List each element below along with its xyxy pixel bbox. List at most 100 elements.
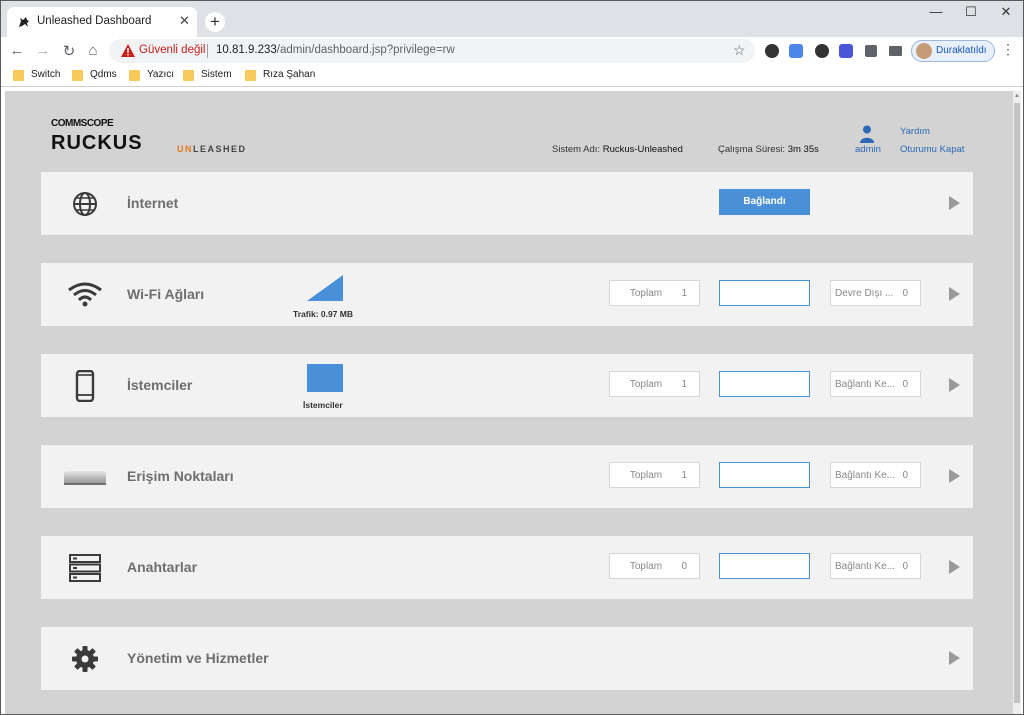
chip-count: 1 xyxy=(681,288,687,299)
bookmark-label: Yazıcı xyxy=(147,69,175,80)
chip-count: 1 xyxy=(681,379,687,390)
media-queue-icon[interactable] xyxy=(889,46,902,56)
folder-icon xyxy=(245,70,256,81)
uptime-label: Çalışma Süresi: xyxy=(718,144,786,155)
panel-title: İstemciler xyxy=(127,377,193,393)
home-icon[interactable]: ⌂ xyxy=(83,42,103,59)
extension-shield-icon[interactable] xyxy=(765,44,779,58)
profile-status: Duraklatıldı xyxy=(936,45,987,56)
chip-label: Bağlantı Ke... xyxy=(835,470,896,481)
expand-arrow-icon[interactable] xyxy=(949,287,960,301)
chip-label: Çalışıyor xyxy=(736,288,780,299)
url-host: 10.81.9.233 xyxy=(216,44,277,56)
panel-internet[interactable]: İnternet Bağlandı xyxy=(41,172,973,235)
expand-arrow-icon[interactable] xyxy=(949,196,960,210)
unleashed-logo: UNLEASHED xyxy=(177,144,247,154)
close-window-button[interactable]: ✕ xyxy=(991,4,1021,22)
reload-icon[interactable]: ↻ xyxy=(59,42,79,60)
folder-icon xyxy=(72,70,83,81)
bookmark-star-icon[interactable]: ☆ xyxy=(733,42,746,59)
extension-d-icon[interactable] xyxy=(839,44,853,58)
extension-download-icon[interactable] xyxy=(815,44,829,58)
expand-arrow-icon[interactable] xyxy=(949,378,960,392)
minimize-button[interactable]: — xyxy=(921,4,951,22)
wifi-icon xyxy=(68,282,102,307)
tab-strip: Unleashed Dashboard ✕ + — ☐ ✕ xyxy=(1,1,1023,37)
scroll-thumb[interactable] xyxy=(1014,103,1020,703)
running-count-chip[interactable]: Çalışıyor 0 xyxy=(719,553,810,579)
ruckus-logo: RUCKUS xyxy=(51,132,143,154)
running-count-chip[interactable]: Çalışıyor 1 xyxy=(719,462,810,488)
total-count-chip[interactable]: Toplam 1 xyxy=(609,280,700,306)
chip-count: 0 xyxy=(681,561,687,572)
internet-status-badge: Bağlandı xyxy=(719,189,810,215)
url-text[interactable]: 10.81.9.233/admin/dashboard.jsp?privileg… xyxy=(216,44,455,56)
chip-label: Bağlantı Ke... xyxy=(835,561,896,572)
system-name-value: Ruckus-Unleashed xyxy=(602,144,683,155)
help-link[interactable]: Yardım xyxy=(900,126,930,137)
unleashed-logo-rest: LEASHED xyxy=(193,144,247,154)
folder-icon xyxy=(183,70,194,81)
user-icon[interactable] xyxy=(860,125,874,143)
browser-menu-icon[interactable]: ⋮ xyxy=(1001,41,1015,58)
disconnected-count-chip[interactable]: Bağlantı Ke... 0 xyxy=(830,371,921,397)
security-status[interactable]: Güvenli değil xyxy=(139,44,205,56)
total-count-chip[interactable]: Toplam 1 xyxy=(609,462,700,488)
logout-link[interactable]: Oturumu Kapat xyxy=(900,144,964,155)
panel-title: Anahtarlar xyxy=(127,559,198,575)
profile-button[interactable]: Duraklatıldı xyxy=(911,40,995,62)
total-count-chip[interactable]: Toplam 0 xyxy=(609,553,700,579)
chip-label: Toplam xyxy=(629,470,663,481)
admin-user-link[interactable]: admin xyxy=(855,144,881,155)
clients-caption: İstemciler xyxy=(303,400,343,410)
tab-title: Unleashed Dashboard xyxy=(37,15,152,27)
disconnected-count-chip[interactable]: Bağlantı Ke... 0 xyxy=(830,462,921,488)
expand-arrow-icon[interactable] xyxy=(949,560,960,574)
tab-close-icon[interactable]: ✕ xyxy=(179,13,190,29)
chip-label: Toplam xyxy=(629,288,663,299)
gear-icon xyxy=(72,646,98,672)
total-count-chip[interactable]: Toplam 1 xyxy=(609,371,700,397)
chip-label: Çalışıyor xyxy=(736,561,780,572)
address-separator xyxy=(207,44,208,58)
dashboard-page: COMMSCOPE RUCKUS UNLEASHED Sistem Adı: R… xyxy=(5,91,1021,714)
chip-label: Toplam xyxy=(629,561,663,572)
extension-translate-icon[interactable] xyxy=(789,44,803,58)
connected-count-chip[interactable]: Bağlandı 1 xyxy=(719,371,810,397)
panel-wifi-networks[interactable]: Wi-Fi Ağları Trafik: 0.97 MB Toplam 1 Ça… xyxy=(41,263,973,326)
back-icon[interactable]: ← xyxy=(7,42,27,59)
panel-clients[interactable]: İstemciler İstemciler Toplam 1 Bağlandı … xyxy=(41,354,973,417)
clients-graph-icon xyxy=(307,364,343,392)
disconnected-count-chip[interactable]: Bağlantı Ke... 0 xyxy=(830,553,921,579)
running-count-chip[interactable]: Çalışıyor 1 xyxy=(719,280,810,306)
extensions-puzzle-icon[interactable] xyxy=(865,45,877,57)
address-bar[interactable]: Güvenli değil 10.81.9.233/admin/dashboar… xyxy=(109,39,755,63)
warning-triangle-icon xyxy=(121,44,135,57)
bookmark-label: Qdms xyxy=(90,69,117,80)
maximize-button[interactable]: ☐ xyxy=(956,4,986,22)
tab-unleashed-dashboard[interactable]: Unleashed Dashboard ✕ xyxy=(7,7,197,37)
panel-switches[interactable]: Anahtarlar Toplam 0 Çalışıyor 0 Bağlantı… xyxy=(41,536,973,599)
smartphone-icon xyxy=(75,370,95,402)
panel-admin-services[interactable]: Yönetim ve Hizmetler xyxy=(41,627,973,690)
new-tab-button[interactable]: + xyxy=(205,12,225,32)
disabled-count-chip[interactable]: Devre Dışı ... 0 xyxy=(830,280,921,306)
expand-arrow-icon[interactable] xyxy=(949,469,960,483)
chip-count: 1 xyxy=(681,470,687,481)
switch-stack-icon xyxy=(69,554,101,582)
expand-arrow-icon[interactable] xyxy=(949,651,960,665)
ruckus-dog-icon xyxy=(19,17,29,27)
panel-title: Wi-Fi Ağları xyxy=(127,286,205,302)
chip-count: 0 xyxy=(902,379,908,390)
panel-access-points[interactable]: Erişim Noktaları Toplam 1 Çalışıyor 1 Ba… xyxy=(41,445,973,508)
page-scrollbar[interactable]: ▲ xyxy=(1013,91,1021,714)
browser-window: Unleashed Dashboard ✕ + — ☐ ✕ ← → ↻ ⌂ Gü… xyxy=(0,0,1024,715)
chip-count: 0 xyxy=(902,470,908,481)
scroll-up-icon[interactable]: ▲ xyxy=(1014,93,1020,99)
forward-icon[interactable]: → xyxy=(33,42,53,59)
folder-icon xyxy=(13,70,24,81)
chip-count: 0 xyxy=(902,561,908,572)
chip-label: Toplam xyxy=(629,379,663,390)
chip-count: 0 xyxy=(902,288,908,299)
browser-toolbar: ← → ↻ ⌂ Güvenli değil 10.81.9.233/admin/… xyxy=(1,37,1023,65)
